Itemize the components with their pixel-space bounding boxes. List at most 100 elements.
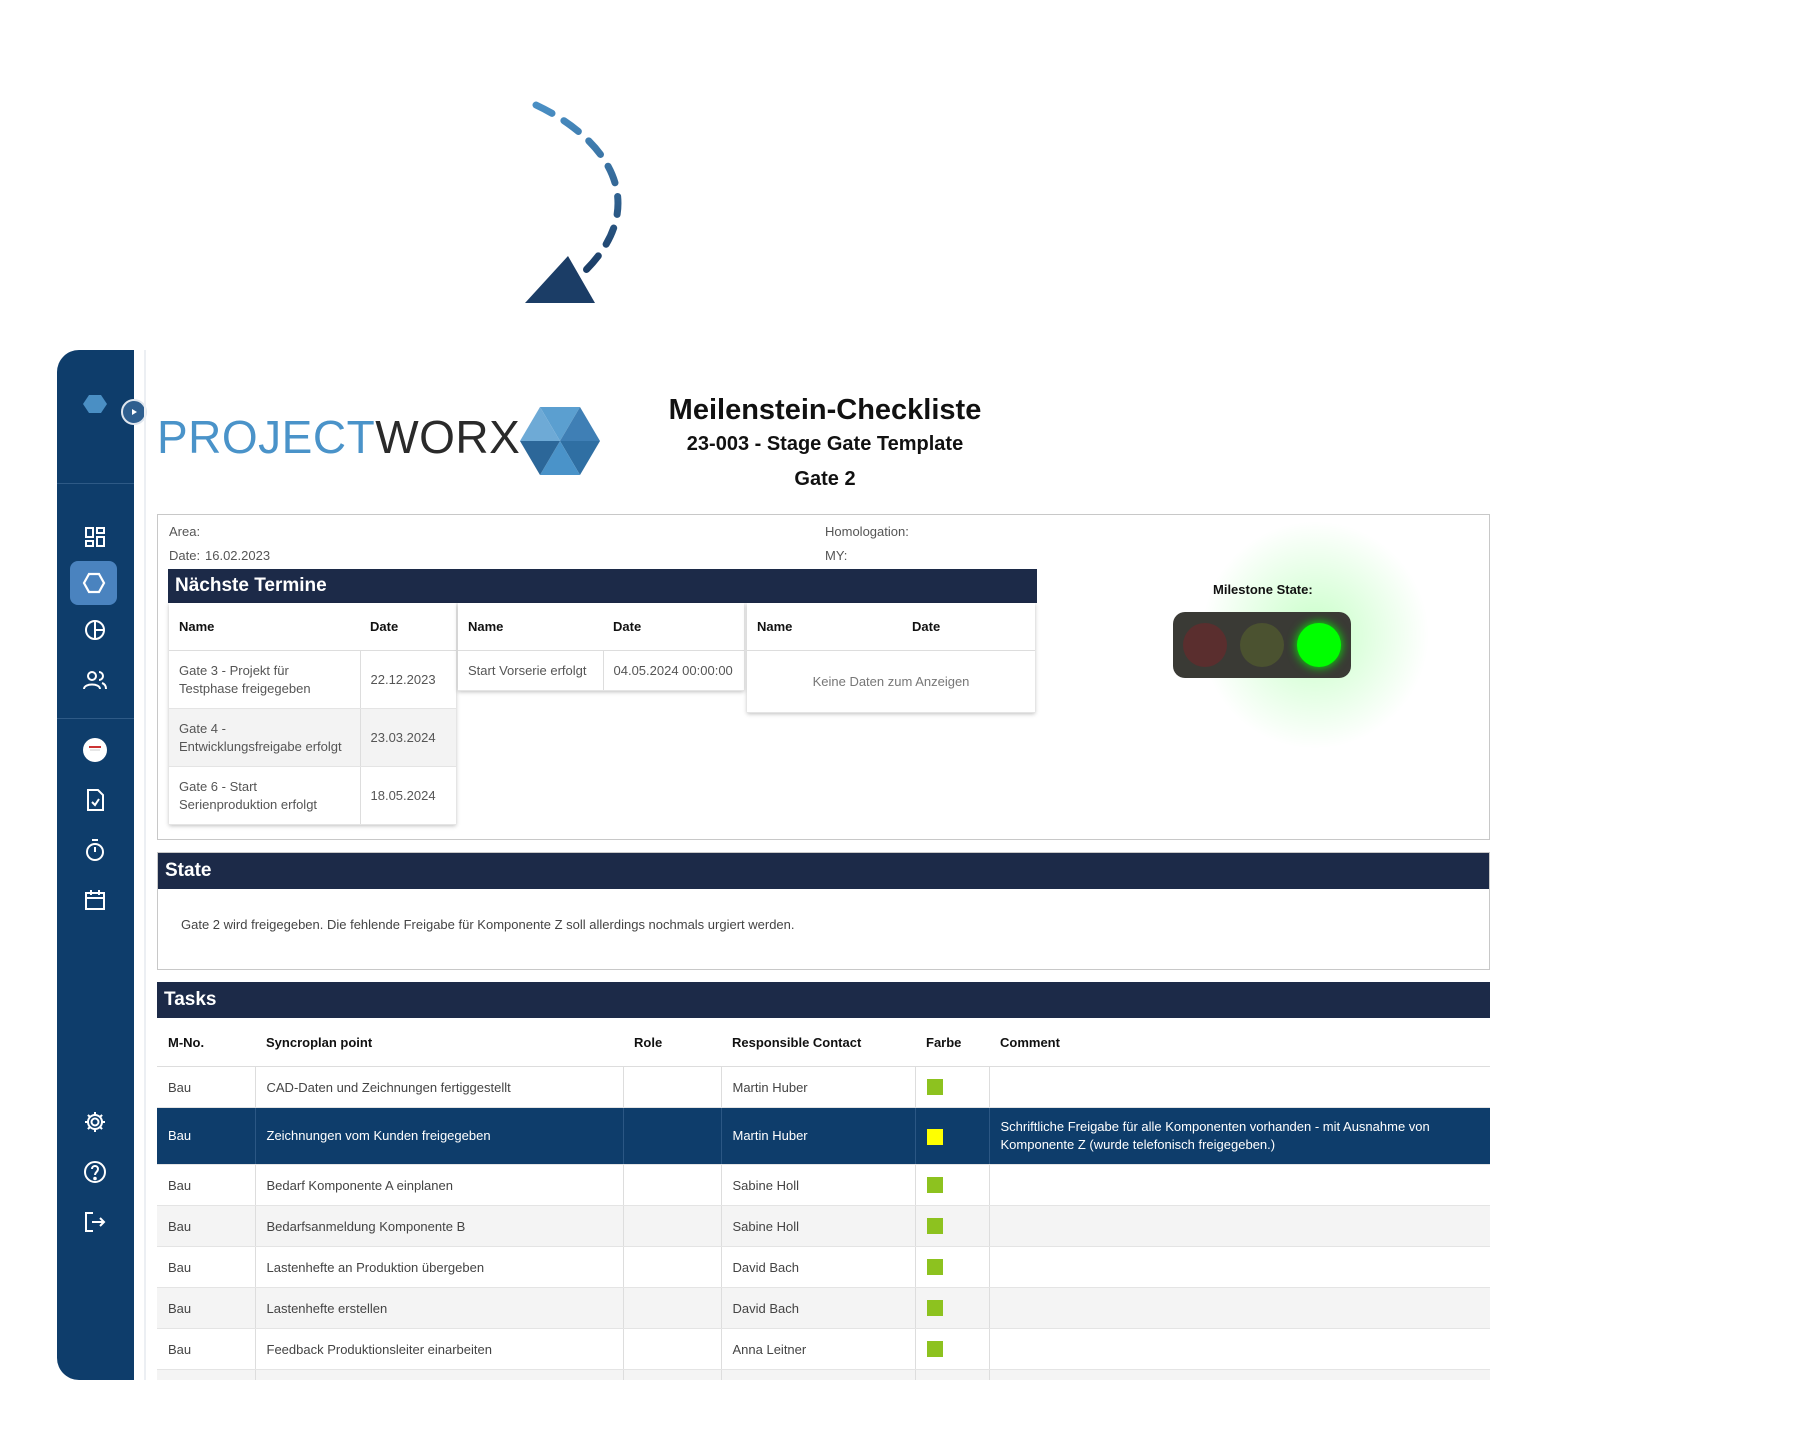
task-mno: Bau (157, 1287, 256, 1329)
termine-header: Nächste Termine (168, 569, 1037, 603)
dashed-arrow-decoration (525, 101, 622, 303)
table-row[interactable]: Bau Lastenhefte erstellen David Bach (157, 1287, 1490, 1329)
status-swatch (926, 1341, 943, 1358)
task-comment (989, 1066, 1490, 1108)
brand-part1: PROJECT (157, 411, 376, 463)
col-farbe-header[interactable]: Farbe (915, 1018, 989, 1067)
col-mno-header[interactable]: M-No. (157, 1018, 255, 1067)
chevron-right-icon (132, 409, 137, 415)
date-value: 16.02.2023 (205, 548, 271, 563)
task-syncroplan-point: Lastenhefte an Produktion übergeben (255, 1246, 624, 1288)
col-date-header[interactable]: Date (603, 603, 744, 651)
state-panel: State Gate 2 wird freigegeben. Die fehle… (157, 852, 1490, 970)
traffic-light-red (1183, 623, 1228, 667)
brand-hexagon-logo (520, 407, 600, 475)
sidebar-divider (57, 483, 134, 484)
state-header: State (158, 853, 1489, 889)
status-swatch (926, 1079, 943, 1096)
col-role-header[interactable]: Role (623, 1018, 721, 1067)
table-row[interactable]: Bau Bedarf Komponente A einplanen Sabine H… (157, 1164, 1490, 1206)
stopwatch-icon[interactable] (79, 834, 111, 866)
task-syncroplan-point (255, 1369, 624, 1380)
table-row[interactable]: Bau Zeichnungen vom Kunden freigegeben Mar… (157, 1107, 1490, 1165)
termine-date: 04.05.2024 00:00:00 (603, 650, 744, 691)
tasks-header: Tasks (157, 982, 1490, 1018)
col-syncroplan-header[interactable]: Syncroplan point (255, 1018, 623, 1067)
table-row[interactable]: Gate 6 - Start Serienproduktion erfolgt … (169, 766, 456, 825)
task-contact: Martin Huber (721, 1107, 916, 1165)
task-role (623, 1287, 722, 1329)
task-farbe (915, 1369, 990, 1380)
traffic-light (1173, 612, 1351, 678)
task-role (623, 1328, 722, 1370)
table-row[interactable]: Bau Lastenhefte an Produktion übergeben Da… (157, 1246, 1490, 1288)
traffic-light-yellow (1239, 623, 1284, 667)
task-comment: Schriftliche Freigabe für alle Komponent… (989, 1107, 1490, 1165)
state-text: Gate 2 wird freigegeben. Die fehlende Fr… (181, 917, 795, 932)
gate-label: Gate 2 (794, 468, 856, 490)
document-title-block: Meilenstein-Checkliste 23-003 - Stage Ga… (640, 394, 1010, 491)
col-name-header[interactable]: Name (747, 603, 902, 651)
col-date-header[interactable]: Date (902, 603, 1035, 651)
task-mno: Bau (157, 1164, 256, 1206)
task-contact: Martin Huber (721, 1066, 916, 1108)
milestone-state-label: Milestone State: (1213, 582, 1313, 597)
task-mno: Bau (157, 1328, 256, 1370)
users-icon[interactable] (79, 664, 111, 696)
task-farbe (915, 1205, 990, 1247)
table-row[interactable]: Bau CAD-Daten und Zeichnungen fertiggeste… (157, 1066, 1490, 1108)
status-swatch (926, 1177, 943, 1194)
task-comment (989, 1205, 1490, 1247)
task-farbe (915, 1107, 990, 1165)
dashboard-icon[interactable] (79, 521, 111, 553)
task-syncroplan-point: Feedback Produktionsleiter einarbeiten (255, 1328, 624, 1370)
table-row[interactable]: Start Vorserie erfolgt 04.05.2024 00:00:… (458, 650, 744, 691)
pie-chart-icon[interactable] (79, 614, 111, 646)
termine-name: Start Vorserie erfolgt (458, 650, 604, 691)
task-contact: Anna Leitner (721, 1328, 916, 1370)
col-comment-header[interactable]: Comment (989, 1018, 1490, 1067)
sidebar-divider (57, 718, 134, 719)
task-syncroplan-point: CAD-Daten und Zeichnungen fertiggestellt (255, 1066, 624, 1108)
task-mno: Bau (157, 1066, 256, 1108)
task-comment (989, 1369, 1490, 1380)
task-farbe (915, 1328, 990, 1370)
task-syncroplan-point: Zeichnungen vom Kunden freigegeben (255, 1107, 624, 1165)
table-row[interactable]: Bau Bedarfsanmeldung Komponente B Sabine H… (157, 1205, 1490, 1247)
task-contact: David Bach (721, 1246, 916, 1288)
calendar-icon[interactable] (79, 884, 111, 916)
brand-wordmark: PROJECTWORX (157, 410, 520, 464)
settings-icon[interactable] (79, 1106, 111, 1138)
logout-icon[interactable] (79, 1206, 111, 1238)
tasks-table-container[interactable]: M-No. Syncroplan point Role Responsible … (157, 1018, 1490, 1380)
area-label: Area: (169, 524, 201, 539)
col-name-header[interactable]: Name (169, 603, 360, 651)
task-role (623, 1066, 722, 1108)
task-role (623, 1164, 722, 1206)
table-row[interactable]: Gate 3 - Projekt für Testphase freigegeb… (169, 650, 456, 709)
avatar[interactable] (79, 734, 111, 766)
task-contact: David Bach (721, 1287, 916, 1329)
col-name-header[interactable]: Name (458, 603, 603, 651)
task-comment (989, 1287, 1490, 1329)
task-mno: Bau (157, 1205, 256, 1247)
task-mno: Bau (157, 1107, 256, 1165)
task-farbe (915, 1287, 990, 1329)
col-contact-header[interactable]: Responsible Contact (721, 1018, 915, 1067)
table-row[interactable]: Gate 4 - Entwicklungsfreigabe erfolgt 23… (169, 708, 456, 767)
homologation-label: Homologation: (825, 524, 909, 539)
document-check-icon[interactable] (79, 784, 111, 816)
task-farbe (915, 1164, 990, 1206)
app-logo-hexagon-icon[interactable] (79, 388, 111, 420)
content-edge (144, 350, 146, 1380)
help-icon[interactable] (79, 1156, 111, 1188)
termine-name: Gate 3 - Projekt für Testphase freigegeb… (169, 650, 361, 709)
col-date-header[interactable]: Date (360, 603, 456, 651)
table-row[interactable] (157, 1369, 1490, 1380)
task-role (623, 1205, 722, 1247)
termine-name: Gate 4 - Entwicklungsfreigabe erfolgt (169, 708, 361, 767)
table-row[interactable]: Bau Feedback Produktionsleiter einarbeite… (157, 1328, 1490, 1370)
task-farbe (915, 1066, 990, 1108)
sidebar (57, 350, 134, 1380)
hexagon-icon[interactable] (70, 561, 117, 605)
